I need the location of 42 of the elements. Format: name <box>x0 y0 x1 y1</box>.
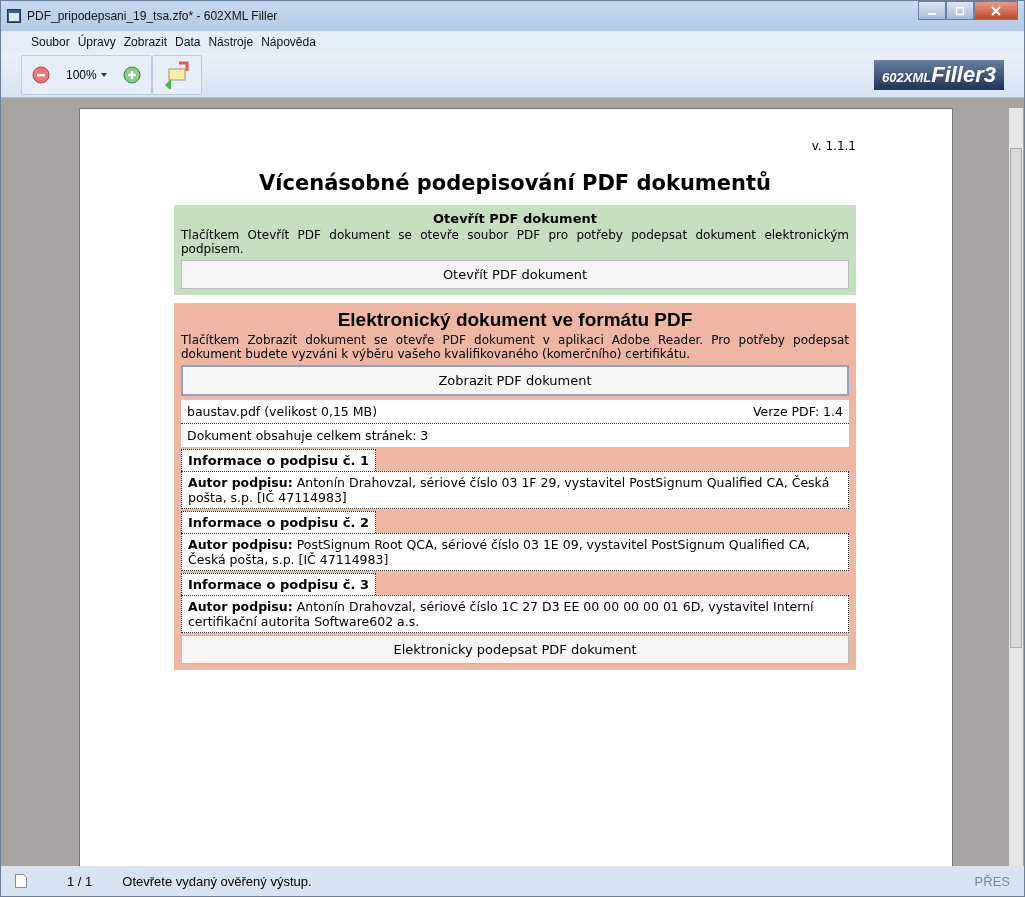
version-label: v. 1.1.1 <box>810 139 856 153</box>
menu-item[interactable]: Zobrazit <box>123 35 168 49</box>
menu-item[interactable]: Úpravy <box>77 35 116 49</box>
window-title: PDF_pripodepsani_19_tsa.zfo* - 602XML Filler <box>27 9 279 23</box>
menu-item[interactable]: Nástroje <box>208 35 254 49</box>
signature-author: Autor podpisu: Antonín Drahovzal, sériové číslo 1C 27 D3 EE 00 00 00 00 01 6D, vystavitel Interní certifikační autorita Software602 a.s. <box>181 595 849 633</box>
section-description: Tlačítkem Otevřít PDF dokument se otevře soubor PDF pro potřeby podepsat dokument elektronickým podpisem. <box>181 228 849 256</box>
zoom-dropdown[interactable]: 100% <box>60 67 113 83</box>
menu-item[interactable]: Nápověda <box>261 35 316 49</box>
app-logo: 602XMLFiller3 <box>874 60 1004 90</box>
scrollbar[interactable] <box>1009 108 1023 866</box>
signature-author: Autor podpisu: PostSignum Root QCA, sériové číslo 03 1E 09, vystavitel PostSignum Qualified CA, Česká pošta, s.p. [IČ 47114983] <box>181 533 849 571</box>
signature-heading: Informace o podpisu č. 1 <box>181 449 376 471</box>
status-message: Otevřete vydaný ověřený výstup. <box>122 873 312 889</box>
document-title: Vícenásobné podepisování PDF dokumentů <box>258 171 772 195</box>
section-heading: Elektronický dokument ve formátu PDF <box>336 309 694 331</box>
minimize-button[interactable] <box>918 1 946 20</box>
file-name: baustav.pdf (velikost 0,15 MB) <box>187 404 377 419</box>
app-icon <box>7 9 21 23</box>
caret-icon <box>100 73 107 77</box>
signature-heading: Informace o podpisu č. 2 <box>181 511 376 533</box>
menu-item[interactable]: Soubor <box>31 35 70 49</box>
maximize-button[interactable] <box>946 1 974 20</box>
show-pdf-button[interactable]: Zobrazit PDF dokument <box>181 365 849 396</box>
sign-pdf-button[interactable]: Elektronicky podepsat PDF dokument <box>181 635 849 664</box>
section-description: Tlačítkem Zobrazit dokument se otevře PDF dokument v aplikaci Adobe Reader. Pro potřeby podepsat dokument budete vyzváni k výběru vašeho kvalifikovaného (komerčního) certifikátu. <box>181 333 849 361</box>
page-count: Dokument obsahuje celkem stránek: 3 <box>181 423 849 447</box>
section-heading: Otevřít PDF dokument <box>432 211 598 226</box>
open-pdf-button[interactable]: Otevřít PDF dokument <box>181 260 849 289</box>
close-button[interactable] <box>974 1 1018 20</box>
maximize-icon <box>955 5 965 16</box>
document-icon <box>15 874 27 888</box>
menu-item[interactable]: Data <box>175 35 201 49</box>
signature-author: Autor podpisu: Antonín Drahovzal, sériové číslo 03 1F 29, vystavitel PostSignum Qualified CA, Česká pošta, s.p. [IČ 47114983] <box>181 471 849 509</box>
zoom-out-button[interactable] <box>32 66 50 84</box>
close-icon <box>991 5 1001 16</box>
page-indicator: 1 / 1 <box>67 873 93 889</box>
overwrite-indicator: PŘES <box>974 873 1010 889</box>
signature-heading: Informace o podpisu č. 3 <box>181 573 376 595</box>
zoom-in-button[interactable] <box>122 66 141 84</box>
minimize-icon <box>928 12 936 15</box>
pdf-version: Verze PDF: 1.4 <box>752 404 843 419</box>
